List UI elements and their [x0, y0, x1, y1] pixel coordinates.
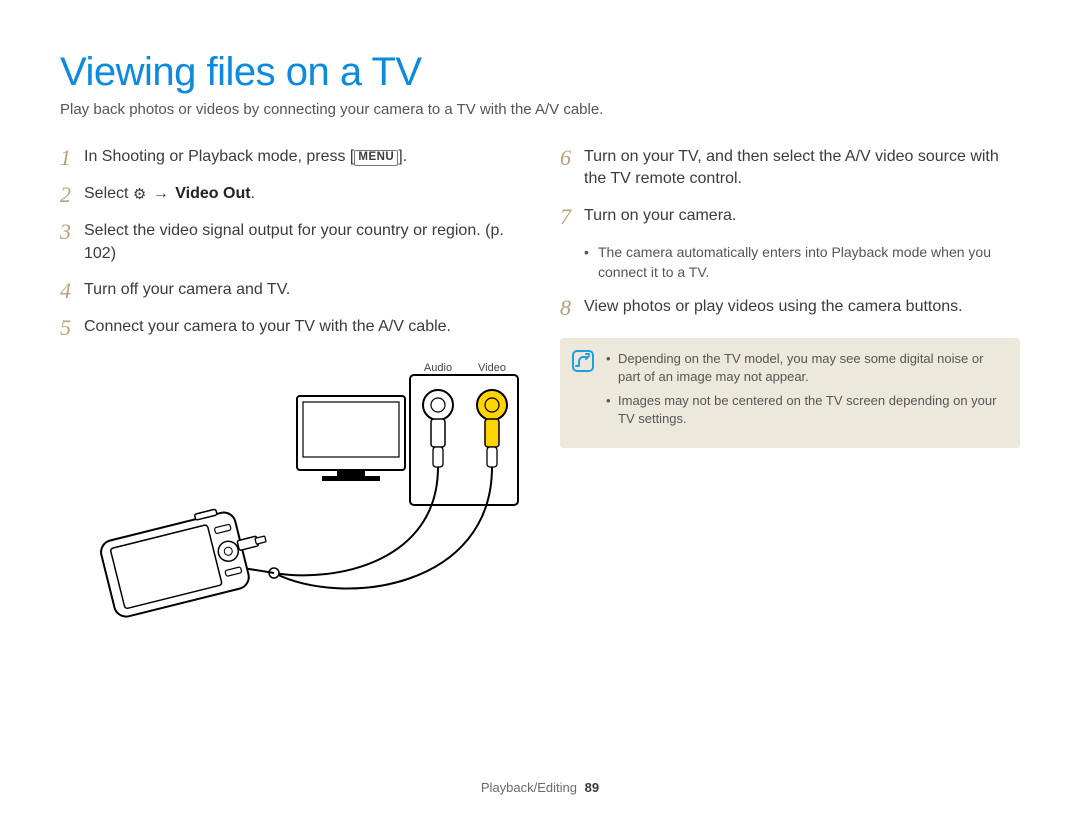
- footer-page-number: 89: [585, 780, 599, 795]
- step-number: 3: [60, 220, 84, 265]
- menu-button-label: MENU: [354, 150, 398, 166]
- camera-connector-icon: [237, 534, 267, 550]
- note-box: Depending on the TV model, you may see s…: [560, 338, 1020, 449]
- step-2-post: .: [251, 185, 255, 202]
- step-text: View photos or play videos using the cam…: [584, 296, 963, 319]
- step-text: Select the video signal output for your …: [84, 220, 520, 265]
- step-5: 5 Connect your camera to your TV with th…: [60, 316, 520, 339]
- step-text: Turn off your camera and TV.: [84, 279, 290, 302]
- step-7: 7 Turn on your camera.: [560, 205, 1020, 228]
- audio-label: Audio: [424, 362, 452, 374]
- step-number: 8: [560, 296, 584, 319]
- step-number: 1: [60, 146, 84, 169]
- step-number: 4: [60, 279, 84, 302]
- gear-icon: ⚙: [133, 184, 146, 205]
- page-intro: Play back photos or videos by connecting…: [60, 101, 1020, 118]
- page-title: Viewing files on a TV: [60, 50, 1020, 95]
- step-number: 6: [560, 146, 584, 191]
- step-number: 5: [60, 316, 84, 339]
- connection-diagram: Audio Video: [84, 353, 524, 643]
- video-label: Video: [478, 362, 506, 374]
- step-text: Turn on your TV, and then select the A/V…: [584, 146, 1020, 191]
- step-2: 2 Select ⚙ → Video Out.: [60, 183, 520, 206]
- step-7-sub-1: The camera automatically enters into Pla…: [584, 242, 1020, 283]
- note-list: Depending on the TV model, you may see s…: [606, 350, 1006, 435]
- step-text: Turn on your camera.: [584, 205, 736, 228]
- step-3: 3 Select the video signal output for you…: [60, 220, 520, 265]
- note-item-1: Depending on the TV model, you may see s…: [606, 350, 1006, 386]
- step-number: 7: [560, 205, 584, 228]
- av-panel-icon: Audio Video: [410, 362, 518, 505]
- camera-icon: [97, 505, 251, 619]
- note-info-icon: [572, 350, 594, 372]
- step-8: 8 View photos or play videos using the c…: [560, 296, 1020, 319]
- left-column: 1 In Shooting or Playback mode, press [M…: [60, 146, 520, 643]
- step-number: 2: [60, 183, 84, 206]
- tv-icon: [297, 396, 405, 481]
- note-item-2: Images may not be centered on the TV scr…: [606, 392, 1006, 428]
- step-text: Select ⚙ → Video Out.: [84, 183, 255, 206]
- arrow-icon: →: [151, 185, 171, 202]
- step-1-post: ].: [398, 148, 407, 165]
- step-1: 1 In Shooting or Playback mode, press [M…: [60, 146, 520, 169]
- video-out-label: Video Out: [175, 185, 250, 202]
- step-7-sublist: The camera automatically enters into Pla…: [584, 242, 1020, 283]
- step-1-pre: In Shooting or Playback mode, press [: [84, 148, 354, 165]
- right-column: 6 Turn on your TV, and then select the A…: [560, 146, 1020, 643]
- step-2-pre: Select: [84, 185, 133, 202]
- step-text: In Shooting or Playback mode, press [MEN…: [84, 146, 407, 169]
- page-footer: Playback/Editing 89: [0, 780, 1080, 795]
- step-4: 4 Turn off your camera and TV.: [60, 279, 520, 302]
- step-6: 6 Turn on your TV, and then select the A…: [560, 146, 1020, 191]
- footer-section: Playback/Editing: [481, 780, 577, 795]
- step-text: Connect your camera to your TV with the …: [84, 316, 451, 339]
